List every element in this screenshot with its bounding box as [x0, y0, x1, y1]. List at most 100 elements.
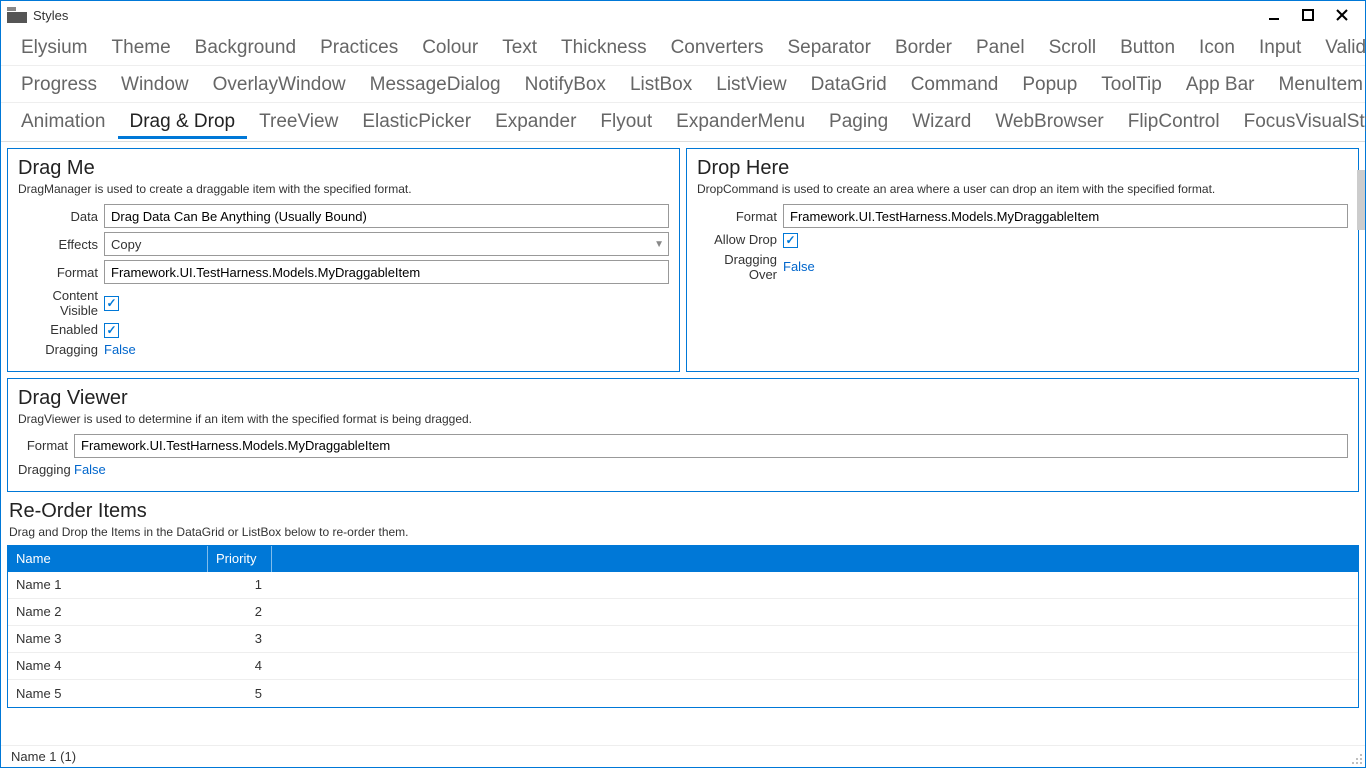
effects-select[interactable]: Copy ▼ [104, 232, 669, 256]
tab-listview[interactable]: ListView [704, 70, 798, 100]
tab-practices[interactable]: Practices [308, 33, 410, 63]
panel-drag-me: Drag Me DragManager is used to create a … [7, 148, 680, 372]
label-effects: Effects [18, 237, 104, 252]
tab-focusvisualstyle[interactable]: FocusVisualStyle [1232, 107, 1366, 139]
format-input[interactable] [74, 434, 1348, 458]
tab-colour[interactable]: Colour [410, 33, 490, 63]
tab-window[interactable]: Window [109, 70, 201, 100]
label-dragging-over: Dragging Over [697, 252, 783, 282]
panel-desc: DragManager is used to create a draggabl… [18, 182, 669, 196]
effects-value: Copy [111, 237, 141, 252]
tab-input[interactable]: Input [1247, 33, 1313, 63]
cell-priority: 2 [208, 604, 272, 619]
tab-background[interactable]: Background [183, 33, 308, 63]
titlebar: Styles [1, 1, 1365, 29]
tab-thickness[interactable]: Thickness [549, 33, 659, 63]
tab-expander[interactable]: Expander [483, 107, 588, 139]
panel-desc: DropCommand is used to create an area wh… [697, 182, 1348, 196]
enabled-checkbox[interactable] [104, 323, 119, 338]
tab-command[interactable]: Command [899, 70, 1011, 100]
tab-border[interactable]: Border [883, 33, 964, 63]
status-text: Name 1 (1) [11, 749, 76, 764]
label-content-visible: Content Visible [18, 288, 104, 318]
format-input[interactable] [783, 204, 1348, 228]
tab-listbox[interactable]: ListBox [618, 70, 704, 100]
tab-tooltip[interactable]: ToolTip [1089, 70, 1174, 100]
panel-desc: DragViewer is used to determine if an it… [18, 412, 1348, 426]
tab-flipcontrol[interactable]: FlipControl [1116, 107, 1232, 139]
tab-paging[interactable]: Paging [817, 107, 900, 139]
tab-converters[interactable]: Converters [659, 33, 776, 63]
tab-animation[interactable]: Animation [9, 107, 118, 139]
chevron-down-icon: ▼ [654, 239, 664, 250]
tab-button[interactable]: Button [1108, 33, 1187, 63]
tab-popup[interactable]: Popup [1010, 70, 1089, 100]
table-row[interactable]: Name 44 [8, 653, 1358, 680]
table-row[interactable]: Name 55 [8, 680, 1358, 707]
cell-priority: 1 [208, 577, 272, 592]
table-row[interactable]: Name 33 [8, 626, 1358, 653]
tab-icon[interactable]: Icon [1187, 33, 1247, 63]
tab-flyout[interactable]: Flyout [588, 107, 664, 139]
col-header-name[interactable]: Name [8, 546, 208, 572]
tab-expandermenu[interactable]: ExpanderMenu [664, 107, 817, 139]
tab-menuitem[interactable]: MenuItem [1267, 70, 1366, 100]
label-dragging: Dragging [18, 342, 104, 357]
cell-name: Name 3 [8, 631, 208, 646]
panel-drag-viewer: Drag Viewer DragViewer is used to determ… [7, 378, 1359, 492]
maximize-button[interactable] [1291, 3, 1325, 27]
section-desc: Drag and Drop the Items in the DataGrid … [9, 525, 1359, 539]
resize-grip[interactable] [1351, 753, 1363, 765]
vertical-scrollbar[interactable] [1357, 170, 1365, 230]
label-format: Format [18, 438, 74, 453]
window-title: Styles [33, 8, 68, 23]
tab-separator[interactable]: Separator [776, 33, 883, 63]
table-row[interactable]: Name 11 [8, 572, 1358, 599]
content-visible-checkbox[interactable] [104, 296, 119, 311]
tab-datagrid[interactable]: DataGrid [799, 70, 899, 100]
statusbar: Name 1 (1) [1, 745, 1365, 767]
cell-name: Name 4 [8, 658, 208, 673]
tab-webbrowser[interactable]: WebBrowser [983, 107, 1115, 139]
panel-title: Drop Here [697, 157, 1348, 180]
section-title: Re-Order Items [9, 500, 1359, 523]
cell-priority: 3 [208, 631, 272, 646]
panel-title: Drag Me [18, 157, 669, 180]
label-data: Data [18, 209, 104, 224]
data-input[interactable] [104, 204, 669, 228]
label-format: Format [697, 209, 783, 224]
allow-drop-checkbox[interactable] [783, 233, 798, 248]
minimize-button[interactable] [1257, 3, 1291, 27]
tab-text[interactable]: Text [490, 33, 549, 63]
tab-treeview[interactable]: TreeView [247, 107, 350, 139]
tab-elasticpicker[interactable]: ElasticPicker [350, 107, 483, 139]
tab-wizard[interactable]: Wizard [900, 107, 983, 139]
cell-priority: 5 [208, 686, 272, 701]
cell-name: Name 1 [8, 577, 208, 592]
panel-drop-here: Drop Here DropCommand is used to create … [686, 148, 1359, 372]
label-dragging: Dragging [18, 462, 74, 477]
format-input[interactable] [104, 260, 669, 284]
tab-drag-drop[interactable]: Drag & Drop [118, 107, 248, 139]
label-enabled: Enabled [18, 322, 104, 337]
col-header-rest [272, 546, 1358, 572]
tab-app-bar[interactable]: App Bar [1174, 70, 1267, 100]
tab-notifybox[interactable]: NotifyBox [513, 70, 618, 100]
dragging-over-value: False [783, 259, 815, 274]
tab-panel[interactable]: Panel [964, 33, 1037, 63]
tab-scroll[interactable]: Scroll [1037, 33, 1109, 63]
tab-strip: ElysiumThemeBackgroundPracticesColourTex… [1, 29, 1365, 142]
dragging-value: False [74, 462, 106, 477]
close-button[interactable] [1325, 3, 1359, 27]
reorder-grid[interactable]: Name Priority Name 11Name 22Name 33Name … [7, 545, 1359, 708]
tab-validation[interactable]: Validation [1313, 33, 1366, 63]
tab-overlaywindow[interactable]: OverlayWindow [201, 70, 358, 100]
tab-theme[interactable]: Theme [100, 33, 183, 63]
tab-elysium[interactable]: Elysium [9, 33, 100, 63]
col-header-priority[interactable]: Priority [208, 546, 272, 572]
table-row[interactable]: Name 22 [8, 599, 1358, 626]
tab-progress[interactable]: Progress [9, 70, 109, 100]
panel-title: Drag Viewer [18, 387, 1348, 410]
label-format: Format [18, 265, 104, 280]
tab-messagedialog[interactable]: MessageDialog [358, 70, 513, 100]
